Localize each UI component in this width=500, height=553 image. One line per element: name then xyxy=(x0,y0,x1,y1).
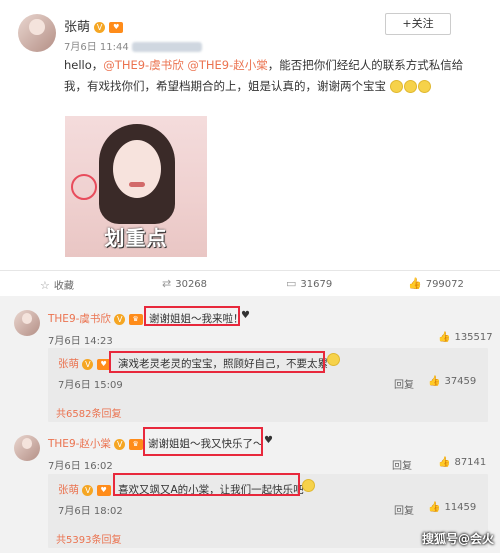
highlight-box xyxy=(143,427,263,456)
author-name-row: 张萌 V ♥ xyxy=(64,16,124,35)
comment-list: THE9-虞书欣 V ♛ 谢谢姐姐～我来啦！ ♥ 7月6日 14:23 👍 135… xyxy=(0,296,500,553)
thumbs-up-icon: 👍 xyxy=(408,277,422,290)
follow-button[interactable]: +关注 xyxy=(385,13,451,35)
level-badge-icon: ♛ xyxy=(128,313,143,325)
comment-2-reply-button[interactable]: 回复 xyxy=(392,457,412,472)
post-action-bar: ☆ 收藏 ⇄ 30268 ▭ 31679 👍 799072 xyxy=(0,270,500,296)
thumbs-up-icon: 👍 xyxy=(438,457,451,468)
reply-1-time: 7月6日 15:09 xyxy=(58,380,123,391)
highlight-box xyxy=(109,351,325,373)
heart-icon: ♥ xyxy=(264,435,273,446)
commenter-name[interactable]: THE9-赵小棠 xyxy=(48,438,111,450)
star-icon: ☆ xyxy=(40,279,50,292)
reply-2-name-row: 张萌 V ♥ xyxy=(58,482,111,497)
commenter-name[interactable]: THE9-虞书欣 xyxy=(48,313,111,325)
heart-icon: ♥ xyxy=(241,310,250,321)
more-replies-link-1[interactable]: 共6582条回复 xyxy=(56,405,121,420)
red-circle-mark xyxy=(71,174,97,200)
reply-author-name[interactable]: 张萌 xyxy=(58,358,79,370)
reply-2-time: 7月6日 18:02 xyxy=(58,506,123,517)
commenter-avatar[interactable] xyxy=(14,435,40,461)
verified-icon: V xyxy=(94,22,106,33)
smile-emoji-icon xyxy=(403,80,417,93)
commenter-avatar[interactable] xyxy=(14,310,40,336)
level-badge-icon: ♛ xyxy=(128,438,143,450)
reply-2-like[interactable]: 👍 11459 xyxy=(428,502,476,513)
repost-action[interactable]: ⇄ 30268 xyxy=(162,277,207,290)
comment-1-like[interactable]: 👍 135517 xyxy=(438,332,493,343)
post-body: hello，@THE9-虞书欣 @THE9-赵小棠，能否把你们经纪人的联系方式私… xyxy=(64,58,464,93)
smile-emoji-icon xyxy=(389,80,403,93)
image-caption: 划重点 xyxy=(104,226,168,250)
verified-icon: V xyxy=(114,313,126,325)
reply-1-name-row: 张萌 V ♥ xyxy=(58,356,111,371)
heart-icon: ♥ xyxy=(109,22,124,33)
comment-action[interactable]: ▭ 31679 xyxy=(286,277,332,290)
collect-action[interactable]: ☆ 收藏 xyxy=(40,277,74,292)
thumbs-up-icon: 👍 xyxy=(438,332,451,343)
comment-1-name-row: THE9-虞书欣 V ♛ xyxy=(48,311,143,326)
mention-link-1[interactable]: @THE9-虞书欣 xyxy=(103,58,183,72)
mention-link-2[interactable]: @THE9-赵小棠 xyxy=(187,58,267,72)
image-lips xyxy=(129,182,145,187)
post-image[interactable]: 划重点 xyxy=(65,116,207,257)
reply-1-reply-button[interactable]: 回复 xyxy=(394,376,414,391)
smile-emoji-icon xyxy=(302,479,315,492)
watermark: 搜狐号@会火 xyxy=(421,532,494,546)
verified-icon: V xyxy=(82,484,94,496)
comment-2-like[interactable]: 👍 87141 xyxy=(438,457,486,468)
verified-icon: V xyxy=(82,358,94,370)
reply-2-reply-button[interactable]: 回复 xyxy=(394,502,414,517)
weibo-post: 张萌 V ♥ 7月6日 11:44 +关注 hello，@THE9-虞书欣 @T… xyxy=(0,0,500,290)
thumbs-up-icon: 👍 xyxy=(428,376,441,387)
thumbs-up-icon: 👍 xyxy=(428,502,441,513)
reply-author-name[interactable]: 张萌 xyxy=(58,484,79,496)
heart-icon: ♥ xyxy=(96,484,111,496)
more-replies-link-2[interactable]: 共5393条回复 xyxy=(56,531,121,546)
highlight-box xyxy=(144,306,240,326)
image-face xyxy=(113,140,161,198)
comment-icon: ▭ xyxy=(286,277,297,290)
author-name[interactable]: 张萌 xyxy=(64,20,90,35)
post-time: 7月6日 11:44 xyxy=(64,42,129,53)
author-avatar[interactable] xyxy=(18,14,56,52)
highlight-box xyxy=(113,473,300,496)
verified-icon: V xyxy=(114,438,126,450)
reply-1-like[interactable]: 👍 37459 xyxy=(428,376,476,387)
comment-1-time: 7月6日 14:23 xyxy=(48,336,113,347)
smile-emoji-icon xyxy=(417,80,431,93)
blurred-source xyxy=(131,42,202,52)
comment-2-time: 7月6日 16:02 xyxy=(48,461,113,472)
smile-emoji-icon xyxy=(327,353,340,366)
post-time-row: 7月6日 11:44 xyxy=(64,38,202,53)
like-action[interactable]: 👍 799072 xyxy=(408,277,464,290)
repost-icon: ⇄ xyxy=(162,277,172,290)
comment-2-name-row: THE9-赵小棠 V ♛ xyxy=(48,436,143,451)
